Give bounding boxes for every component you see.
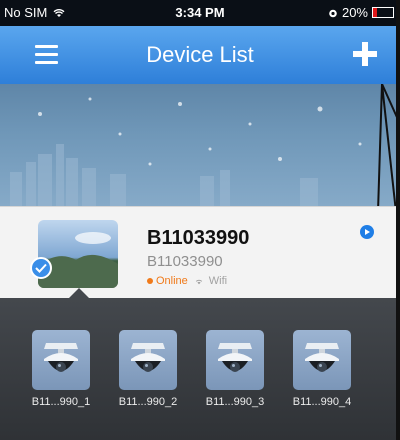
alarm-icon xyxy=(329,9,337,17)
city-banner-image xyxy=(0,84,400,206)
dome-camera-icon xyxy=(44,343,78,372)
check-icon xyxy=(30,257,52,279)
camera-thumbnail xyxy=(119,330,177,390)
device-item[interactable]: B11033990 B11033990 Online Wifi xyxy=(0,206,400,298)
connection-type-text: Wifi xyxy=(208,275,228,287)
camera-item[interactable]: B11...990_2 xyxy=(104,330,192,408)
plus-icon[interactable] xyxy=(352,40,378,68)
dome-camera-icon xyxy=(305,343,339,372)
device-status: Online Wifi xyxy=(147,275,227,287)
camera-label: B11...990_1 xyxy=(31,396,91,408)
wifi-icon xyxy=(195,279,202,285)
device-id: B11033990 xyxy=(147,253,223,270)
device-thumbnail[interactable] xyxy=(38,220,118,288)
online-dot-icon xyxy=(147,278,153,284)
battery-icon xyxy=(372,7,394,18)
camera-label: B11...990_3 xyxy=(205,396,265,408)
play-icon[interactable] xyxy=(360,225,374,239)
camera-item[interactable]: B11...990_1 xyxy=(17,330,105,408)
skyline-graphic xyxy=(10,97,362,206)
selection-pointer xyxy=(68,288,90,299)
battery-status: 20% xyxy=(328,5,394,20)
status-bar: No SIM 3:34 PM 20% xyxy=(0,0,400,26)
page-edge xyxy=(396,0,400,440)
camera-thumbnail xyxy=(32,330,90,390)
camera-label: B11...990_2 xyxy=(118,396,178,408)
navigation-bar: Device List xyxy=(0,26,400,84)
camera-thumbnail xyxy=(293,330,351,390)
battery-percent: 20% xyxy=(341,5,368,20)
camera-item[interactable]: B11...990_3 xyxy=(191,330,279,408)
online-status-text: Online xyxy=(156,275,188,287)
device-list-screen: No SIM 3:34 PM 20% Device List B11033990… xyxy=(0,0,400,440)
camera-label: B11...990_4 xyxy=(292,396,352,408)
dome-camera-icon xyxy=(131,343,165,372)
camera-thumbnail xyxy=(206,330,264,390)
device-name: B11033990 xyxy=(147,227,250,249)
camera-item[interactable]: B11...990_4 xyxy=(278,330,366,408)
dome-camera-icon xyxy=(218,343,252,372)
page-title: Device List xyxy=(146,42,254,67)
